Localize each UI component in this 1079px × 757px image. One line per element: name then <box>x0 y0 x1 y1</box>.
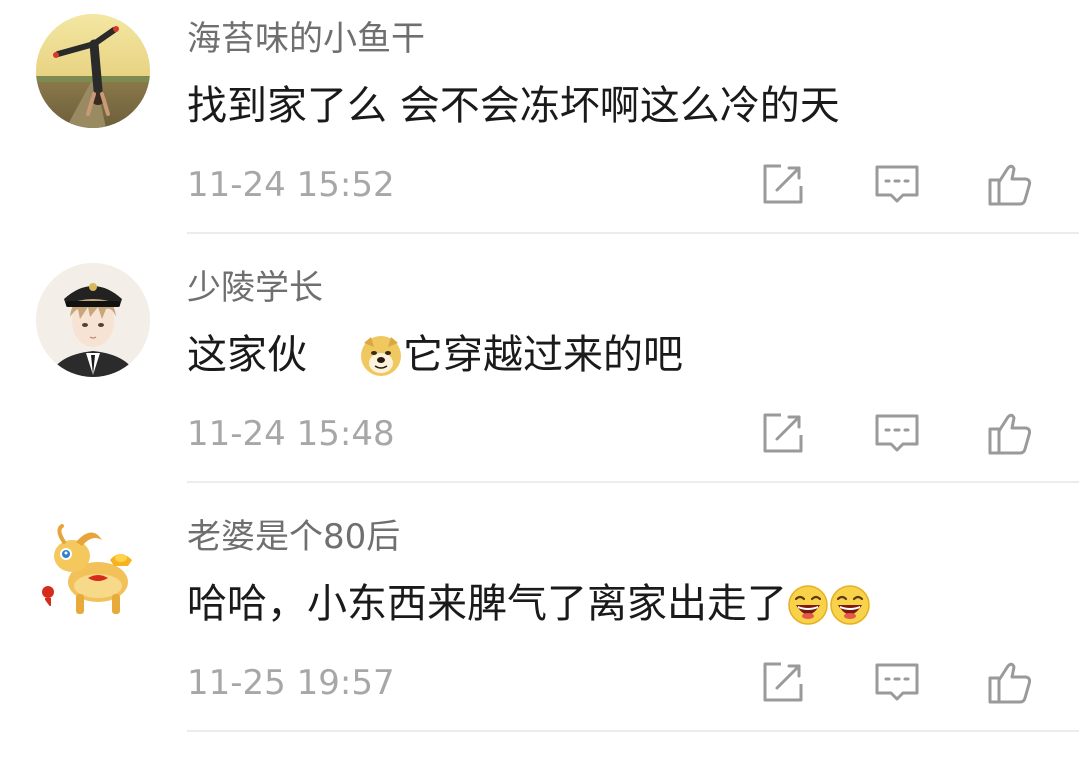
divider <box>187 232 1079 234</box>
laughing-emoji <box>787 584 829 641</box>
comment-item[interactable]: 老婆是个80后 哈哈，小东西来脾气了离家出走了 11-25 19:57 <box>0 498 1079 748</box>
doge-emoji <box>359 333 403 392</box>
comment-icon[interactable] <box>873 658 921 706</box>
timestamp: 11-24 15:48 <box>187 414 395 454</box>
forward-icon[interactable] <box>759 658 807 706</box>
timestamp: 11-24 15:52 <box>187 165 395 205</box>
avatar[interactable] <box>36 14 150 128</box>
username[interactable]: 少陵学长 <box>187 265 323 311</box>
comment-text-part: 这家伙 <box>187 332 307 378</box>
comment-text-part: 哈哈，小东西来脾气了离家出走了 <box>187 581 787 627</box>
comment-item[interactable]: 少陵学长 这家伙 它穿越过来的吧 11-24 15:48 <box>0 249 1079 499</box>
forward-icon[interactable] <box>759 409 807 457</box>
comment-icon[interactable] <box>873 409 921 457</box>
forward-icon[interactable] <box>759 160 807 208</box>
comment-icon[interactable] <box>873 160 921 208</box>
avatar[interactable] <box>36 512 150 626</box>
comment-text: 哈哈，小东西来脾气了离家出走了 <box>187 576 871 641</box>
comment-text: 这家伙 它穿越过来的吧 <box>187 327 683 392</box>
avatar[interactable] <box>36 263 150 377</box>
username[interactable]: 海苔味的小鱼干 <box>187 16 425 62</box>
divider <box>187 730 1079 732</box>
comment-text-part: 它穿越过来的吧 <box>403 332 683 378</box>
divider <box>187 481 1079 483</box>
like-icon[interactable] <box>986 409 1034 457</box>
comment-text: 找到家了么 会不会冻坏啊这么冷的天 <box>187 83 840 129</box>
like-icon[interactable] <box>986 160 1034 208</box>
comment-item[interactable]: 海苔味的小鱼干 找到家了么 会不会冻坏啊这么冷的天 11-24 15:52 <box>0 0 1079 250</box>
laughing-emoji <box>829 584 871 641</box>
username[interactable]: 老婆是个80后 <box>187 514 400 560</box>
like-icon[interactable] <box>986 658 1034 706</box>
timestamp: 11-25 19:57 <box>187 663 395 703</box>
